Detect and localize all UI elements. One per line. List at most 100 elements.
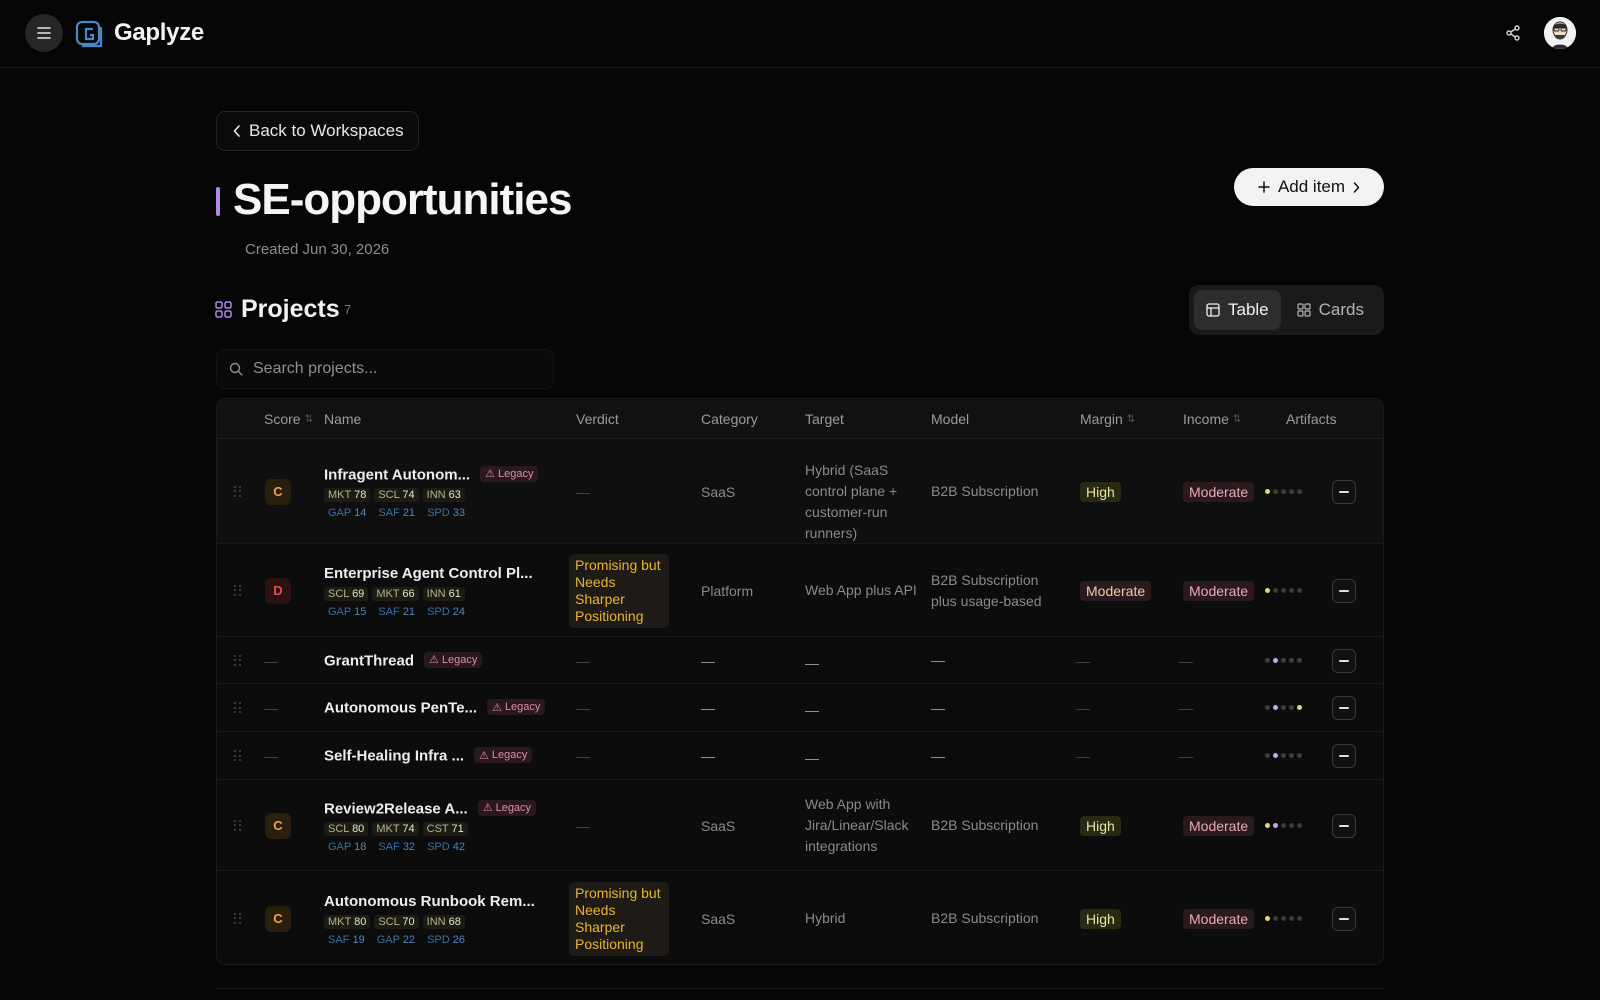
metric-value: 22 [402,933,416,946]
project-name[interactable]: Self-Healing Infra ... ⚠ Legacy [324,747,533,765]
cards-view-tab[interactable]: Cards [1285,290,1376,330]
artifact-dot [1289,587,1294,593]
artifact-dot [1289,753,1294,758]
model-cell: B2B Subscription [931,483,1039,499]
artifacts-indicator[interactable] [1265,915,1302,921]
remove-row-button[interactable] [1332,906,1356,931]
project-name[interactable]: Autonomous Runbook Rem... [324,893,535,910]
title-accent-bar [216,187,220,216]
table-view-label: Table [1228,300,1269,319]
metric-tag: SCL 80 [324,821,369,836]
metric-tag: GAP 18 [324,840,370,854]
artifacts-indicator[interactable] [1265,705,1302,710]
model-cell: B2B Subscription plus usage-based [931,571,1042,609]
project-name-text: GrantThread [324,652,415,669]
remove-row-button[interactable] [1332,648,1356,673]
artifact-dot [1273,753,1278,758]
project-name-text: Self-Healing Infra ... [324,747,465,765]
column-model: Model [931,411,969,427]
legacy-label: Legacy [497,467,534,480]
drag-handle-icon[interactable] [234,819,242,832]
add-item-button[interactable]: Add item [1234,168,1384,206]
table-row[interactable]: — Self-Healing Infra ... ⚠ Legacy — — — — — — [217,732,1383,780]
artifact-dot [1289,822,1294,828]
artifact-dot [1281,488,1286,494]
metric-tags-primary: MKT 78 SCL 74 INN 63 [324,487,465,502]
artifacts-indicator[interactable] [1265,488,1302,494]
drag-handle-icon[interactable] [234,912,242,925]
menu-button[interactable] [25,14,63,52]
remove-row-button[interactable] [1332,578,1356,603]
table-row[interactable]: C Review2Release A... ⚠ Legacy SCL 80 MKT 74 C… [217,780,1383,871]
chevron-left-icon [233,125,240,137]
search-input[interactable] [253,360,533,378]
metric-key: SPD [427,605,450,618]
metric-value: 26 [452,933,465,946]
drag-handle-icon[interactable] [234,584,242,597]
metric-tags-secondary: GAP 15 SAF 21 SPD 24 [324,605,469,619]
drag-handle-icon[interactable] [234,654,242,667]
artifacts-indicator[interactable] [1265,753,1302,758]
column-artifacts: Artifacts [1286,411,1337,427]
back-to-workspaces-button[interactable]: Back to Workspaces [216,111,419,151]
table-row[interactable]: — Autonomous PenTe... ⚠ Legacy — — — — — — [217,684,1383,732]
table-row[interactable]: — GrantThread ⚠ Legacy — — — — — — [217,637,1383,684]
artifact-dot [1289,488,1294,494]
artifacts-indicator[interactable] [1265,822,1302,828]
metric-value: 18 [354,840,367,853]
metric-tag: MKT 66 [372,586,419,601]
artifact-dot [1273,587,1278,593]
gaplyze-logo-icon[interactable] [75,20,103,48]
project-name[interactable]: Enterprise Agent Control Pl... [324,565,533,582]
table-view-tab[interactable]: Table [1194,290,1281,330]
income-badge: Moderate [1183,908,1255,929]
column-category-label: Category [701,411,758,427]
search-icon [229,362,243,376]
artifacts-indicator[interactable] [1265,587,1302,593]
plus-icon [1258,181,1270,193]
remove-row-button[interactable] [1332,744,1356,768]
metric-tag: SCL 70 [374,914,419,929]
sort-icon: ⇅ [1126,413,1136,425]
project-name[interactable]: Autonomous PenTe... ⚠ Legacy [324,699,546,717]
income-badge: Moderate [1183,580,1255,601]
artifact-dot [1265,657,1270,663]
user-avatar[interactable] [1544,17,1576,49]
column-income[interactable]: Income ⇅ [1183,411,1241,427]
column-score[interactable]: Score ⇅ [264,411,313,427]
metric-value: 80 [354,915,367,928]
metric-value: 32 [402,840,416,853]
project-name-text: Review2Release A... [324,800,468,817]
drag-handle-icon[interactable] [234,702,242,714]
view-toggle: Table Cards [1189,285,1384,335]
drag-handle-icon[interactable] [234,485,242,498]
share-button[interactable] [1502,22,1524,44]
metric-key: MKT [376,587,400,600]
metric-tag: SAF 19 [324,933,369,947]
table-row[interactable]: C Infragent Autonom... ⚠ Legacy MKT 78 SCL 74… [217,439,1383,544]
target-cell: Web App plus API [805,582,917,598]
remove-row-button[interactable] [1332,479,1356,504]
artifact-dot [1273,657,1278,663]
app-name[interactable]: Gaplyze [114,19,204,47]
remove-row-button[interactable] [1332,813,1356,838]
income-empty: — [1179,700,1193,716]
metric-tag: MKT 78 [324,487,371,502]
table-row[interactable]: C Autonomous Runbook Rem... MKT 80 SCL 70 IN… [217,871,1383,964]
project-name-text: Autonomous Runbook Rem... [324,892,535,910]
artifact-dot [1297,705,1302,710]
project-name[interactable]: Infragent Autonom... ⚠ Legacy [324,465,539,483]
remove-row-button[interactable] [1332,696,1356,720]
add-item-label: Add item [1277,177,1346,196]
project-name[interactable]: GrantThread ⚠ Legacy [324,651,483,669]
artifacts-indicator[interactable] [1265,657,1302,663]
model-cell: — [931,699,945,716]
projects-count: 7 [344,302,352,317]
project-name[interactable]: Review2Release A... ⚠ Legacy [324,799,537,817]
column-target-label: Target [805,411,844,427]
created-date: Created Jun 30, 2026 [245,241,390,258]
table-row[interactable]: D Enterprise Agent Control Pl... SCL 69 MKT… [217,544,1383,637]
metric-tag: SAF 21 [374,506,419,520]
drag-handle-icon[interactable] [234,750,242,762]
column-margin[interactable]: Margin ⇅ [1080,411,1135,427]
